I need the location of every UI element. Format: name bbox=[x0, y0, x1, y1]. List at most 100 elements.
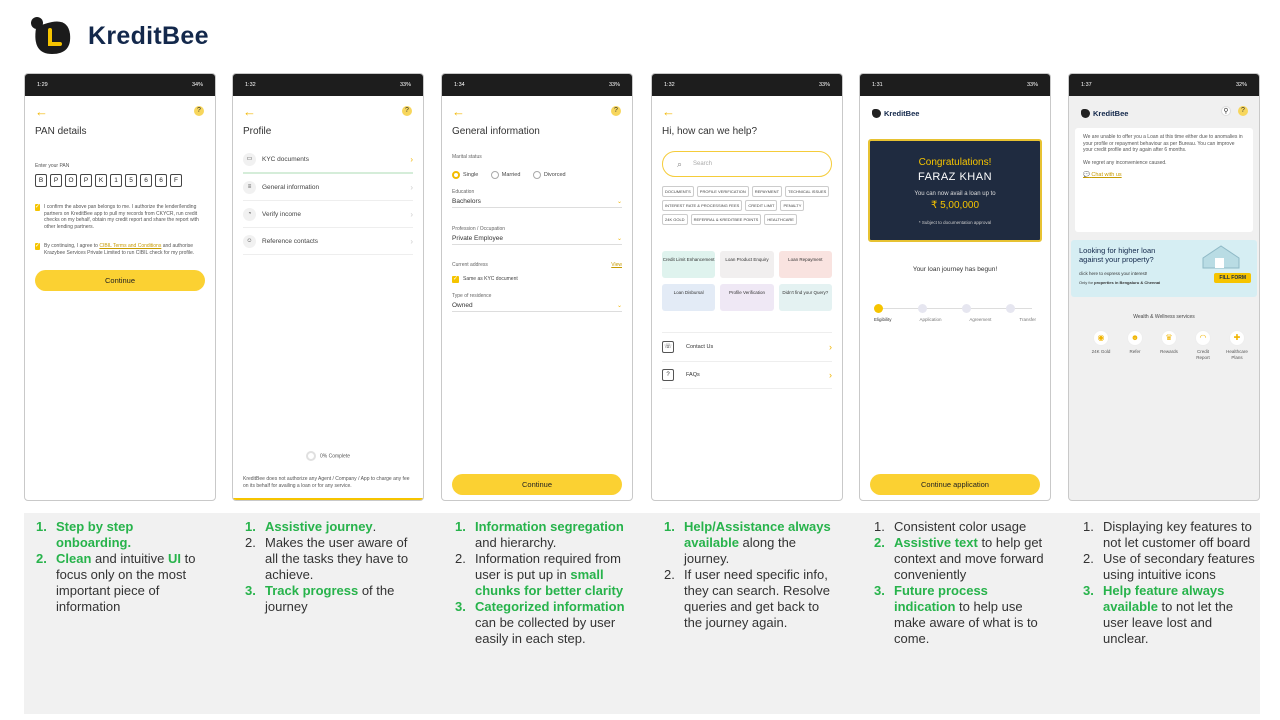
note-text: Consistent color usage bbox=[894, 519, 1027, 534]
consent-text-1: I confirm the above pan belongs to me. I… bbox=[44, 204, 199, 230]
profile-item-label: Reference contacts bbox=[262, 237, 319, 245]
topic-chip[interactable]: 24K GOLD bbox=[662, 214, 688, 225]
topic-chip[interactable]: HEALTHCARE bbox=[764, 214, 797, 225]
screen-general-information: 1:34 33% ← ? General information Marital … bbox=[441, 73, 633, 501]
service-credit-report[interactable]: ◠ Credit Report bbox=[1191, 330, 1215, 360]
topic-chip[interactable]: INTEREST RATE & PROCESSING FEES bbox=[662, 200, 743, 211]
checkbox-checked-icon[interactable]: ✓ bbox=[452, 276, 459, 283]
tile-loan-product[interactable]: Loan Product Enquiry bbox=[720, 251, 774, 278]
note-highlight: Step by step onboarding. bbox=[56, 519, 134, 550]
topic-chip[interactable]: PROFILE VERIFICATION bbox=[696, 186, 749, 197]
step-labels: Eligibility Application Agreement Transfer bbox=[860, 317, 1050, 322]
back-arrow-icon[interactable]: ← bbox=[662, 104, 675, 119]
education-field[interactable]: Education Bachelors ⌄ bbox=[452, 189, 622, 208]
property-loan-banner[interactable]: Looking for higher loan against your pro… bbox=[1071, 240, 1257, 297]
marital-status-group: Marital status Single Married Divorced bbox=[452, 154, 622, 184]
back-arrow-icon[interactable]: ← bbox=[35, 104, 48, 119]
profession-field[interactable]: Profession / Occupation Private Employee ⌄ bbox=[452, 226, 622, 245]
back-arrow-icon[interactable]: ← bbox=[243, 104, 256, 119]
pan-char: B bbox=[35, 174, 47, 187]
profile-item-income[interactable]: ◔ Verify income › bbox=[243, 201, 413, 228]
tile-credit-limit[interactable]: Credit Limit Enhancement bbox=[662, 251, 716, 278]
note-item: 2. Clean and intuitive UI to focus only o… bbox=[32, 551, 210, 615]
radio-divorced[interactable]: Divorced bbox=[532, 171, 566, 179]
step-label: Transfer bbox=[1019, 317, 1036, 322]
continue-button[interactable]: Continue bbox=[35, 270, 205, 291]
service-rewards[interactable]: ♛ Rewards bbox=[1157, 330, 1181, 360]
help-icon[interactable]: ? bbox=[402, 106, 412, 116]
help-icon[interactable]: ? bbox=[194, 106, 204, 116]
refer-icon: ☻ bbox=[1127, 330, 1143, 346]
radio-single[interactable]: Single bbox=[452, 171, 478, 179]
profile-item-general[interactable]: ≡ General information › bbox=[243, 174, 413, 201]
cibil-terms-link[interactable]: CIBIL Terms and Conditions bbox=[99, 243, 161, 249]
view-address-link[interactable]: View bbox=[611, 262, 622, 268]
profile-item-reference[interactable]: ☺ Reference contacts › bbox=[243, 228, 413, 255]
status-bar: 1:34 33% bbox=[442, 74, 632, 96]
note-number: 3. bbox=[1083, 583, 1094, 598]
page-title: Profile bbox=[243, 126, 272, 137]
status-time: 1:29 bbox=[37, 82, 48, 88]
topic-chip[interactable]: PENALTY bbox=[780, 200, 805, 211]
regret-text: We regret any inconvenience caused. bbox=[1083, 159, 1167, 166]
note-item: 2. Makes the user aware of all the tasks … bbox=[241, 535, 419, 583]
profile-item-kyc[interactable]: ▭ KYC documents › bbox=[243, 147, 413, 174]
topic-chip[interactable]: DOCUMENTS bbox=[662, 186, 694, 197]
offer-card: Congratulations! FARAZ KHAN You can now … bbox=[868, 139, 1042, 242]
topic-chip[interactable]: CREDIT LIMIT bbox=[745, 200, 778, 211]
dropdown-chevron-icon: ⌄ bbox=[616, 303, 622, 309]
service-24k-gold[interactable]: ◉ 24K Gold bbox=[1089, 330, 1113, 360]
notification-icon[interactable]: ⚲ bbox=[1221, 106, 1231, 116]
note-text: . bbox=[372, 519, 377, 534]
checkbox-checked-icon[interactable]: ✓ bbox=[35, 243, 41, 250]
notes-column-3: 1. Information segregation and hierarchy.… bbox=[451, 519, 629, 647]
page-title: Hi, how can we help? bbox=[662, 126, 758, 137]
tile-other-query[interactable]: Didn't find your Query? bbox=[778, 284, 832, 311]
credit-report-icon: ◠ bbox=[1195, 330, 1211, 346]
offer-text: You can now avail a loan up to bbox=[914, 191, 996, 197]
topic-chip[interactable]: TECHNICAL ISSUES bbox=[785, 186, 830, 197]
fill-form-button[interactable]: FILL FORM bbox=[1214, 273, 1251, 283]
chat-label: Chat with us bbox=[1091, 172, 1122, 178]
back-arrow-icon[interactable]: ← bbox=[452, 104, 465, 119]
chevron-right-icon: › bbox=[410, 182, 413, 192]
id-card-icon: ▭ bbox=[243, 153, 256, 166]
help-icon[interactable]: ? bbox=[1238, 106, 1248, 116]
contact-us-link[interactable]: ☏ Contact Us › bbox=[662, 332, 832, 360]
chat-with-us-link[interactable]: 💬 Chat with us bbox=[1083, 172, 1245, 178]
note-highlight: Track progress bbox=[265, 583, 359, 598]
continue-button[interactable]: Continue bbox=[452, 474, 622, 495]
dropdown-chevron-icon: ⌄ bbox=[616, 199, 622, 205]
service-healthcare[interactable]: ✚ Healthcare Plans bbox=[1225, 330, 1249, 360]
tile-loan-disbursal[interactable]: Loan Disbursal bbox=[662, 284, 716, 311]
pan-char: 5 bbox=[125, 174, 137, 187]
service-refer[interactable]: ☻ Refer bbox=[1123, 330, 1147, 360]
faqs-link[interactable]: ? FAQs › bbox=[662, 361, 832, 389]
tile-profile-verification[interactable]: Profile Verification bbox=[720, 284, 774, 311]
status-battery: 33% bbox=[818, 82, 830, 88]
banner-only-text: Only for properties in Bengaluru & Chenn… bbox=[1079, 280, 1160, 285]
note-highlight: Assistive text bbox=[894, 535, 978, 550]
search-input[interactable]: ⌕ Search bbox=[662, 151, 832, 177]
app-name: KreditBee bbox=[884, 109, 920, 118]
step-label: Agreement bbox=[969, 317, 992, 322]
profile-item-label: Verify income bbox=[262, 210, 302, 218]
note-number: 2. bbox=[36, 551, 47, 566]
residence-field[interactable]: Type of residence Owned ⌄ bbox=[452, 293, 622, 312]
chevron-right-icon: › bbox=[410, 155, 413, 164]
radio-married[interactable]: Married bbox=[490, 171, 520, 179]
same-as-kyc-row[interactable]: ✓ Same as KYC document bbox=[452, 276, 622, 283]
help-icon[interactable]: ? bbox=[611, 106, 621, 116]
continue-application-button[interactable]: Continue application bbox=[870, 474, 1040, 495]
topic-chip[interactable]: REFERRAL & KREDITBEE POINTS bbox=[690, 214, 762, 225]
checkbox-checked-icon[interactable]: ✓ bbox=[35, 204, 41, 211]
status-time: 1:37 bbox=[1081, 82, 1092, 88]
tile-loan-repayment[interactable]: Loan Repayment bbox=[778, 251, 832, 278]
app-logo: KreditBee bbox=[872, 109, 919, 118]
link-label: Contact Us bbox=[686, 343, 714, 350]
topic-chip[interactable]: REPAYMENT bbox=[751, 186, 783, 197]
journey-text: Your loan journey has begun! bbox=[912, 266, 998, 273]
status-time: 1:31 bbox=[872, 82, 883, 88]
pan-input[interactable]: BPOPK1566F bbox=[35, 174, 182, 187]
note-number: 1. bbox=[455, 519, 466, 534]
